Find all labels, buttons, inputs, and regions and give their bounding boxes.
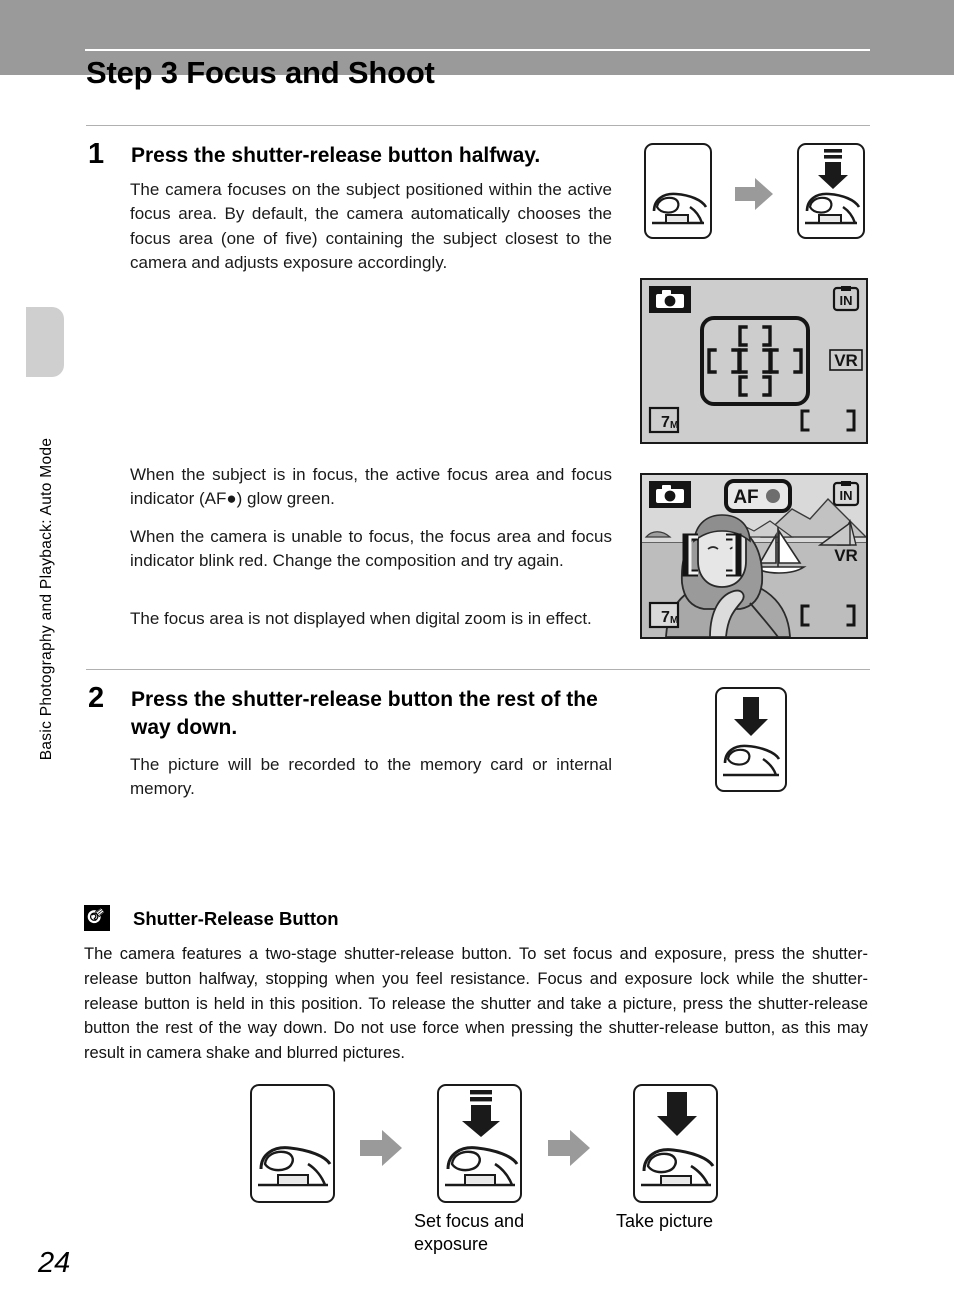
finger-panel-halfway	[797, 143, 865, 239]
focus-paragraph-2: When the camera is unable to focus, the …	[130, 527, 612, 571]
lcd-focus-area-display: IN VR 7 M	[640, 278, 868, 444]
svg-text:VR: VR	[834, 351, 858, 370]
finger-panel-rest	[644, 143, 712, 239]
svg-text:7: 7	[661, 414, 670, 431]
sequence-arrow-1	[735, 178, 773, 210]
svg-text:M: M	[670, 615, 678, 626]
focus-paragraph-3: The focus area is not displayed when dig…	[130, 609, 592, 628]
note-title: Shutter-Release Button	[133, 908, 339, 929]
sequence-arrow-3	[548, 1130, 590, 1166]
note-body: The camera features a two-stage shutter-…	[84, 945, 868, 1062]
svg-text:AF: AF	[733, 487, 758, 508]
step2-top-rule	[86, 669, 870, 670]
lcd-focus-locked-display: AF IN VR 7 M	[640, 473, 868, 639]
step-1-heading: Press the shutter-release button halfway…	[131, 144, 541, 167]
sequence-panel-halfway	[437, 1084, 522, 1203]
sequence-panel-full-press	[633, 1084, 718, 1203]
sequence-panel-rest	[250, 1084, 335, 1203]
sequence-arrow-2	[360, 1130, 402, 1166]
step-2-heading: Press the shutter-release button the res…	[131, 688, 598, 740]
svg-text:IN: IN	[840, 488, 853, 503]
step-2-number: 2	[88, 682, 105, 714]
step-2-body: The picture will be recorded to the memo…	[130, 755, 612, 799]
step1-top-rule	[86, 125, 870, 126]
tip-lightbulb-icon	[84, 905, 110, 931]
focus-paragraph-1: When the subject is in focus, the active…	[130, 465, 612, 509]
step-1-number: 1	[88, 138, 105, 170]
svg-text:M: M	[670, 420, 678, 431]
svg-text:7: 7	[661, 609, 670, 626]
svg-text:IN: IN	[840, 293, 853, 308]
svg-text:VR: VR	[834, 546, 858, 565]
step-1-body: The camera focuses on the subject positi…	[130, 180, 612, 272]
sequence-caption-halfway: Set focus and exposure	[414, 1211, 525, 1255]
sequence-caption-take-picture: Take picture	[616, 1211, 714, 1231]
finger-panel-full-press	[715, 687, 787, 792]
page-content: 1 Press the shutter-release button halfw…	[0, 0, 954, 1314]
